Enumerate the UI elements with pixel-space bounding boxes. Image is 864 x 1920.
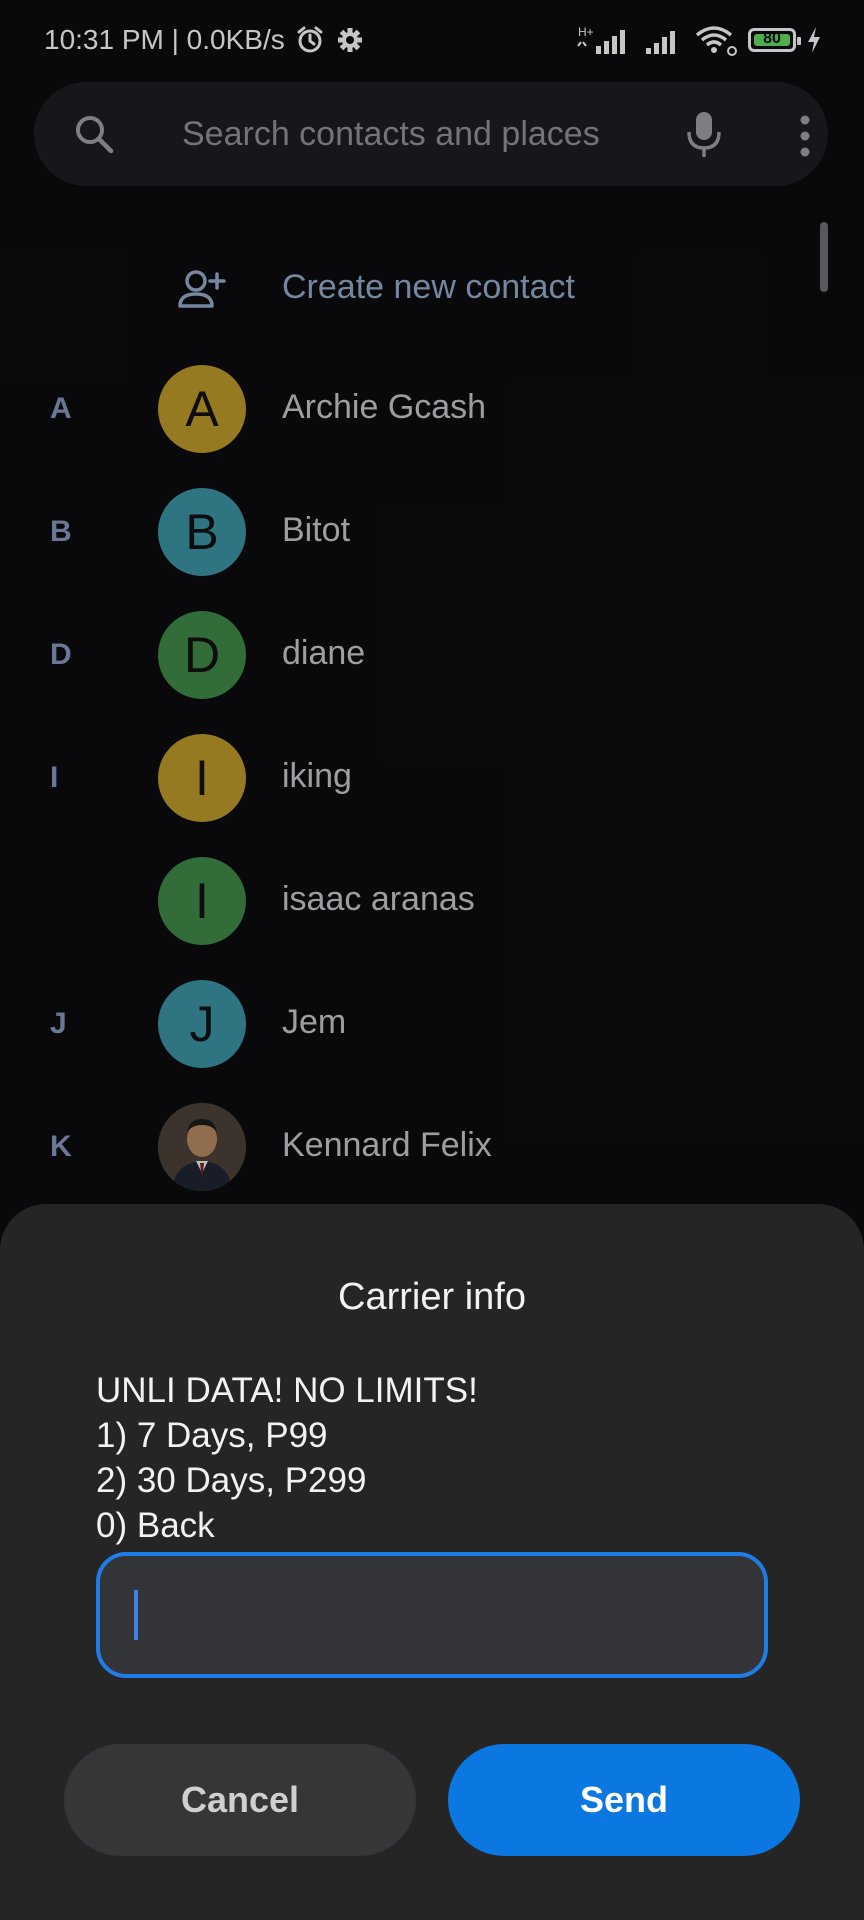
- ussd-message-line: 2) 30 Days, P299: [96, 1461, 367, 1500]
- ussd-reply-input[interactable]: [96, 1552, 768, 1678]
- ussd-message-line: 1) 7 Days, P99: [96, 1416, 328, 1455]
- ussd-message-line: UNLI DATA! NO LIMITS!: [96, 1371, 478, 1410]
- dialog-title: Carrier info: [338, 1276, 526, 1318]
- ussd-message-line: 0) Back: [96, 1506, 215, 1545]
- text-cursor: [134, 1590, 138, 1640]
- cancel-button[interactable]: Cancel: [64, 1744, 416, 1856]
- carrier-info-dialog: Carrier info UNLI DATA! NO LIMITS! 1) 7 …: [0, 1204, 864, 1920]
- ussd-message: UNLI DATA! NO LIMITS! 1) 7 Days, P99 2) …: [96, 1368, 478, 1548]
- send-button[interactable]: Send: [448, 1744, 800, 1856]
